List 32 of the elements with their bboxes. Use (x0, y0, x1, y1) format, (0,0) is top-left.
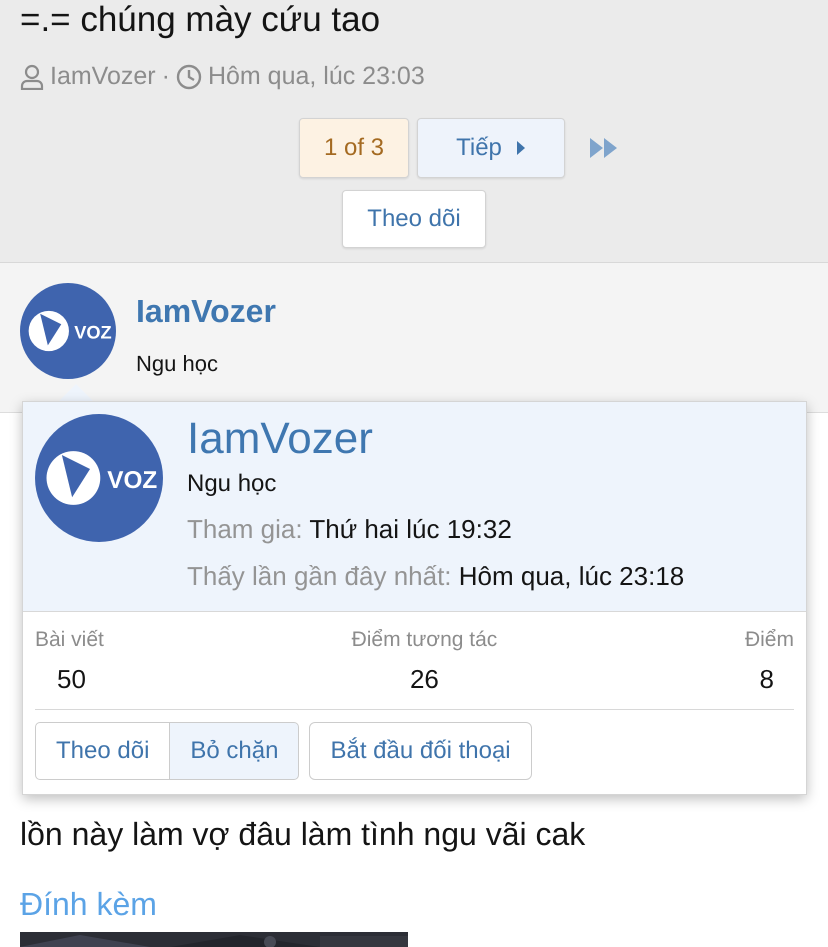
stat-label: Điểm tương tác (352, 627, 498, 653)
post-time: Hôm qua, lúc 23:03 (208, 61, 425, 92)
page-indicator: 1 of 3 (299, 118, 409, 178)
separator: · (162, 61, 170, 92)
clock-icon (176, 64, 202, 90)
stat-value: 26 (408, 662, 440, 696)
member-action-button[interactable]: Theo dõi (35, 722, 170, 780)
info-label: Thấy lần gần đây nhất: (187, 561, 452, 591)
start-conversation-button[interactable]: Bắt đầu đối thoại (309, 722, 532, 780)
info-label: Tham gia: (187, 514, 303, 544)
info-value: Hôm qua, lúc 23:18 (458, 561, 684, 591)
user-title: Ngu học (136, 350, 219, 378)
username[interactable]: IamVozer (136, 293, 276, 329)
user-icon (20, 64, 44, 90)
member-title: Ngu học (187, 469, 278, 499)
caret-icon (516, 140, 526, 156)
thread-title: =.= chúng mày cứu tao (20, 0, 382, 40)
stat-label: Điểm (744, 627, 794, 653)
avatar[interactable]: VOZ (20, 283, 116, 379)
author-link[interactable]: IamVozer (50, 58, 156, 96)
attachments-heading: Đính kèm (20, 885, 157, 924)
info-value: Thứ hai lúc 19:32 (309, 514, 512, 544)
avatar[interactable]: VOZ (35, 414, 163, 542)
watch-button[interactable]: Theo dõi (342, 190, 486, 248)
stat-value: 8 (758, 662, 775, 696)
next-page-button[interactable]: Tiếp (417, 118, 565, 178)
member-action-button[interactable]: Bỏ chặn (169, 722, 300, 780)
post-text: lồn này làm vợ đâu làm tình ngu vãi cak (20, 815, 586, 854)
stat-label: Bài viết (35, 627, 104, 653)
member-name[interactable]: IamVozer (187, 414, 684, 464)
stat-value: 50 (56, 662, 87, 696)
last-page-icon[interactable] (589, 136, 619, 158)
